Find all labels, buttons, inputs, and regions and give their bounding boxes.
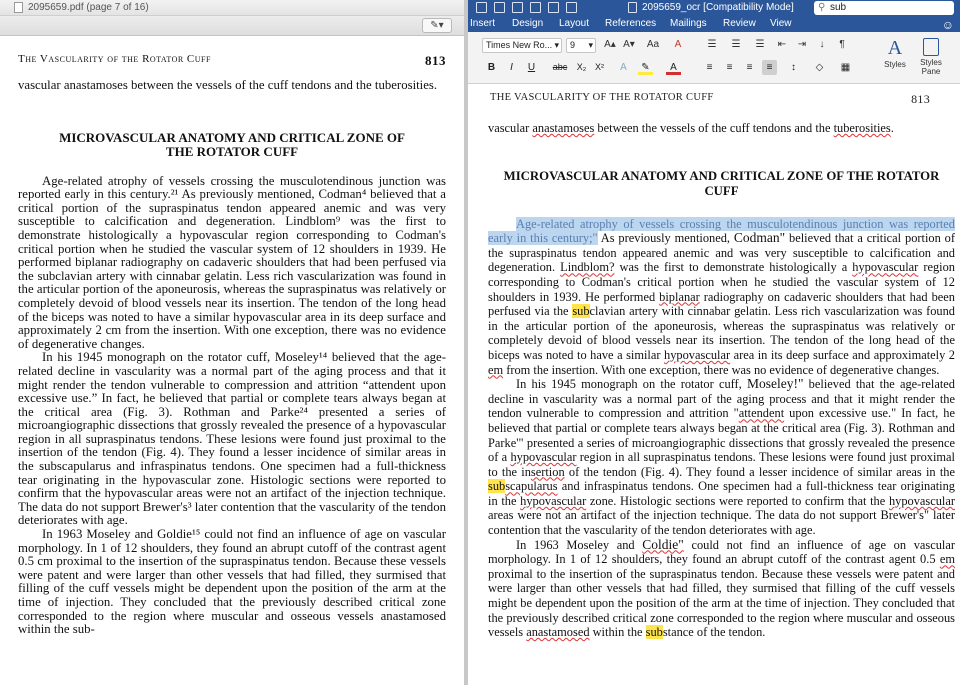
styles-pane-button[interactable]: Styles Pane — [914, 36, 948, 76]
clear-formatting-icon[interactable]: A — [670, 38, 686, 52]
print-icon[interactable] — [512, 2, 523, 13]
pdf-toolbar: ✎▾ — [0, 16, 464, 36]
pdf-paragraph-1: Age-related atrophy of vessels crossing … — [18, 173, 446, 351]
font-size-select[interactable]: 9 ▾ — [566, 38, 596, 53]
styles-pane-label: Styles Pane — [920, 58, 942, 76]
multilevel-list-icon[interactable]: ☰ — [750, 38, 770, 52]
pdf-page: The Vascularity of the Rotator Cuff 813 … — [0, 37, 464, 685]
undo-icon[interactable] — [530, 2, 541, 13]
shading-icon[interactable]: ◇ — [812, 60, 827, 75]
search-match: sub — [488, 479, 506, 494]
pdf-section-heading: MICROVASCULAR ANATOMY AND CRITICAL ZONE … — [59, 129, 405, 159]
tab-review[interactable]: Review — [723, 18, 756, 29]
highlight-color-icon[interactable]: ✎ — [638, 60, 653, 75]
styles-icon: A — [887, 37, 903, 59]
shrink-font-icon[interactable]: A▾ — [621, 38, 637, 52]
numbering-icon[interactable]: ☰ — [726, 38, 746, 52]
underline-icon[interactable]: U — [524, 60, 539, 75]
search-match: sub — [645, 625, 663, 640]
grow-font-icon[interactable]: A▴ — [602, 38, 618, 52]
pdf-paragraph-2: In his 1945 monograph on the rotator cuf… — [18, 350, 446, 528]
borders-icon[interactable]: ▦ — [838, 60, 853, 75]
word-section-heading: MICROVASCULAR ANATOMY AND CRITICAL ZONE … — [503, 168, 940, 198]
word-intro-paragraph: vascular anastamoses between the vessels… — [488, 121, 894, 135]
redo-icon[interactable] — [548, 2, 559, 13]
word-titlebar: 2095659_ocr [Compatibility Mode] ⚲ sub — [468, 0, 960, 17]
increase-indent-icon[interactable]: ⇥ — [794, 38, 810, 52]
search-input[interactable]: ⚲ sub — [814, 1, 954, 15]
pdf-body: vascular anastamoses between the vessels… — [18, 78, 446, 637]
tab-mailings[interactable]: Mailings — [670, 18, 707, 29]
justify-icon[interactable]: ≡ — [762, 60, 777, 75]
search-match: sub — [572, 304, 590, 319]
sidebar-toggle-icon[interactable] — [476, 2, 487, 13]
word-running-header: THE VASCULARITY OF THE ROTATOR CUFF 813 — [490, 92, 930, 107]
change-case-icon[interactable]: Aa — [644, 38, 662, 52]
customize-qat-icon[interactable] — [566, 2, 577, 13]
word-paragraph-2: In his 1945 monograph on the rotator cuf… — [488, 376, 956, 538]
font-name-select[interactable]: Times New Ro... ▾ — [482, 38, 562, 53]
styles-pane-icon — [923, 38, 939, 56]
word-body[interactable]: vascular anastamoses between the vessels… — [488, 121, 955, 640]
sort-icon[interactable]: ↓ — [814, 38, 830, 52]
word-doc-icon — [628, 2, 637, 13]
subscript-icon[interactable]: X₂ — [574, 60, 589, 75]
strikethrough-icon[interactable]: abc — [550, 60, 570, 75]
pen-icon[interactable]: ✎▾ — [422, 18, 452, 33]
bold-icon[interactable]: B — [484, 60, 499, 75]
pdf-header-title: The Vascularity of the Rotator Cuff — [18, 53, 211, 65]
word-header-title: THE VASCULARITY OF THE ROTATOR CUFF — [490, 92, 714, 103]
align-left-icon[interactable]: ≡ — [702, 60, 717, 75]
pdf-viewer-window: 2095659.pdf (page 7 of 16) ✎▾ The Vascul… — [0, 0, 464, 685]
word-paragraph-3: In 1963 Moseley and Coldie" could not fi… — [488, 536, 955, 640]
tab-view[interactable]: View — [770, 18, 792, 29]
pdf-paragraph-3: In 1963 Moseley and Goldie¹⁵ could not f… — [18, 527, 446, 637]
line-spacing-icon[interactable]: ↕ — [786, 60, 801, 75]
font-color-icon[interactable]: A — [666, 60, 681, 75]
italic-icon[interactable]: I — [504, 60, 519, 75]
decrease-indent-icon[interactable]: ⇤ — [774, 38, 790, 52]
feedback-smiley-icon[interactable]: ☺ — [942, 18, 954, 32]
tab-design[interactable]: Design — [512, 18, 543, 29]
document-canvas[interactable]: THE VASCULARITY OF THE ROTATOR CUFF 813 … — [468, 85, 960, 685]
superscript-icon[interactable]: X² — [592, 60, 607, 75]
styles-label: Styles — [884, 60, 906, 69]
word-window: 2095659_ocr [Compatibility Mode] ⚲ sub I… — [468, 0, 960, 685]
word-paragraph-1: Age-related atrophy of vessels crossing … — [488, 216, 955, 377]
styles-button[interactable]: A Styles — [880, 36, 910, 69]
pdf-titlebar: 2095659.pdf (page 7 of 16) — [0, 0, 464, 16]
align-right-icon[interactable]: ≡ — [742, 60, 757, 75]
tab-references[interactable]: References — [605, 18, 656, 29]
pdf-document-icon — [14, 2, 23, 13]
show-formatting-icon[interactable]: ¶ — [834, 38, 850, 52]
text-effects-icon[interactable]: A — [616, 60, 631, 75]
tab-layout[interactable]: Layout — [559, 18, 589, 29]
pdf-running-header: The Vascularity of the Rotator Cuff 813 — [18, 53, 446, 69]
tab-insert[interactable]: Insert — [470, 18, 495, 29]
pdf-window-title: 2095659.pdf (page 7 of 16) — [28, 2, 149, 13]
pdf-page-number: 813 — [425, 53, 446, 68]
search-value: sub — [830, 2, 847, 13]
align-center-icon[interactable]: ≡ — [722, 60, 737, 75]
ribbon-tabs: Insert Design Layout References Mailings… — [468, 17, 960, 32]
save-icon[interactable] — [494, 2, 505, 13]
word-window-title: 2095659_ocr [Compatibility Mode] — [642, 2, 794, 13]
ribbon-home: Times New Ro... ▾ 9 ▾ A▴ A▾ Aa A ☰ ☰ ☰ ⇤… — [468, 32, 960, 84]
word-page-number: 813 — [911, 92, 930, 106]
pdf-intro-paragraph: vascular anastamoses between the vessels… — [18, 78, 438, 92]
search-icon: ⚲ — [818, 2, 826, 13]
bullets-icon[interactable]: ☰ — [702, 38, 722, 52]
